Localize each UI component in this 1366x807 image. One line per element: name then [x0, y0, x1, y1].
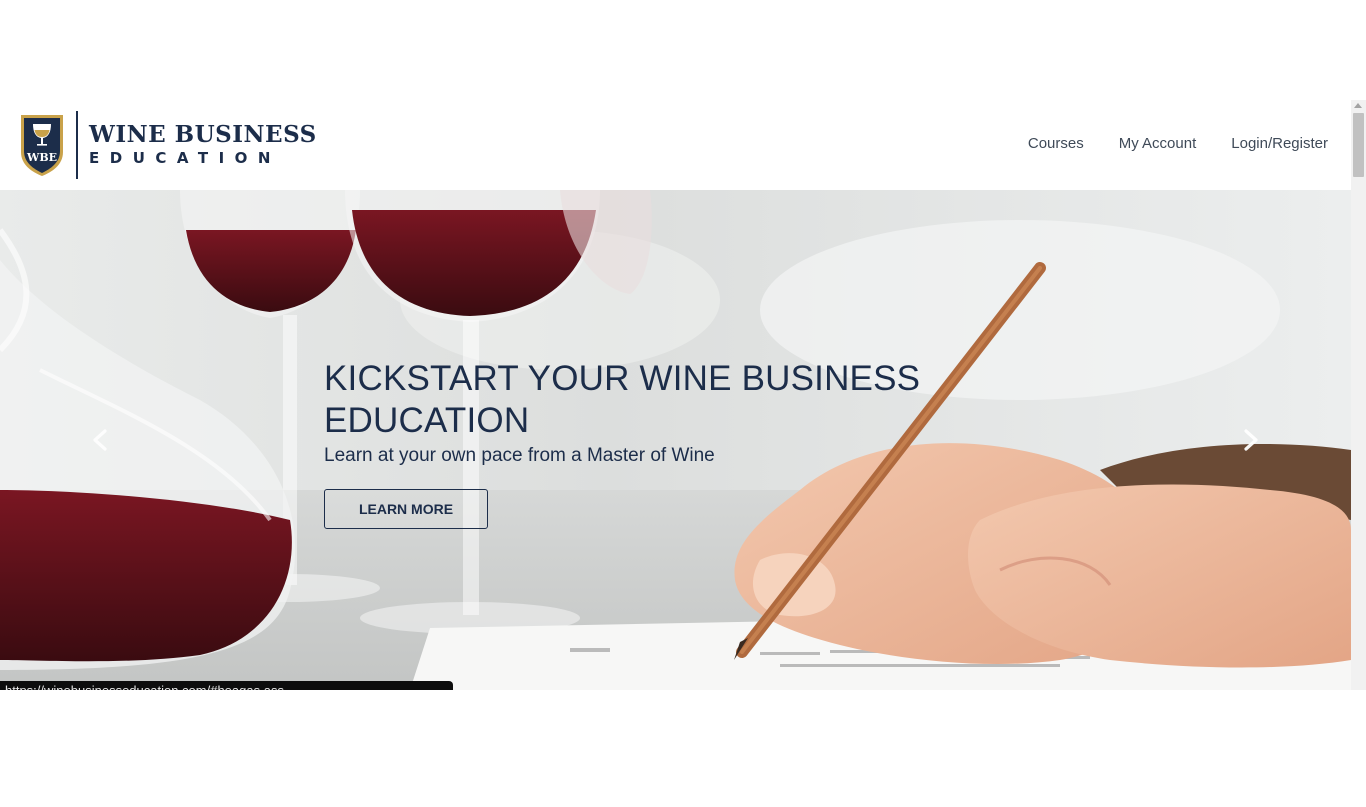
logo-line-2: EDUCATION — [89, 149, 281, 167]
logo-line-1: WINE BUSINESS — [89, 121, 317, 148]
hero-carousel: KICKSTART YOUR WINE BUSINESS EDUCATION L… — [0, 190, 1351, 690]
nav-login-register[interactable]: Login/Register — [1231, 135, 1328, 152]
site-logo[interactable]: WBE WINE BUSINESS EDUCATION — [18, 110, 317, 180]
main-nav: Courses My Account Login/Register — [1028, 135, 1328, 152]
nav-courses[interactable]: Courses — [1028, 135, 1084, 152]
learn-more-button[interactable]: LEARN MORE — [324, 489, 488, 529]
hero-title: KICKSTART YOUR WINE BUSINESS EDUCATION — [324, 359, 921, 440]
logo-monogram: WBE — [26, 151, 57, 164]
hero-content: KICKSTART YOUR WINE BUSINESS EDUCATION L… — [324, 358, 964, 529]
wbe-shield-icon: WBE — [21, 115, 63, 176]
link-status-bar: https://winebusinesseducation.com/#heaga… — [0, 681, 453, 690]
logo-divider — [76, 111, 78, 179]
scrollbar-thumb[interactable] — [1353, 113, 1364, 177]
chevron-left-icon[interactable] — [89, 428, 113, 452]
hero-subtitle: Learn at your own pace from a Master of … — [324, 445, 715, 466]
chevron-right-icon[interactable] — [1238, 428, 1262, 452]
scroll-up-arrow-icon[interactable] — [1354, 103, 1362, 108]
site-header: WBE WINE BUSINESS EDUCATION Courses My A… — [0, 100, 1351, 190]
logo-wordmark: WINE BUSINESS EDUCATION — [89, 121, 317, 168]
browser-viewport: WBE WINE BUSINESS EDUCATION Courses My A… — [0, 100, 1366, 690]
vertical-scrollbar[interactable] — [1351, 100, 1366, 690]
nav-my-account[interactable]: My Account — [1119, 135, 1197, 152]
